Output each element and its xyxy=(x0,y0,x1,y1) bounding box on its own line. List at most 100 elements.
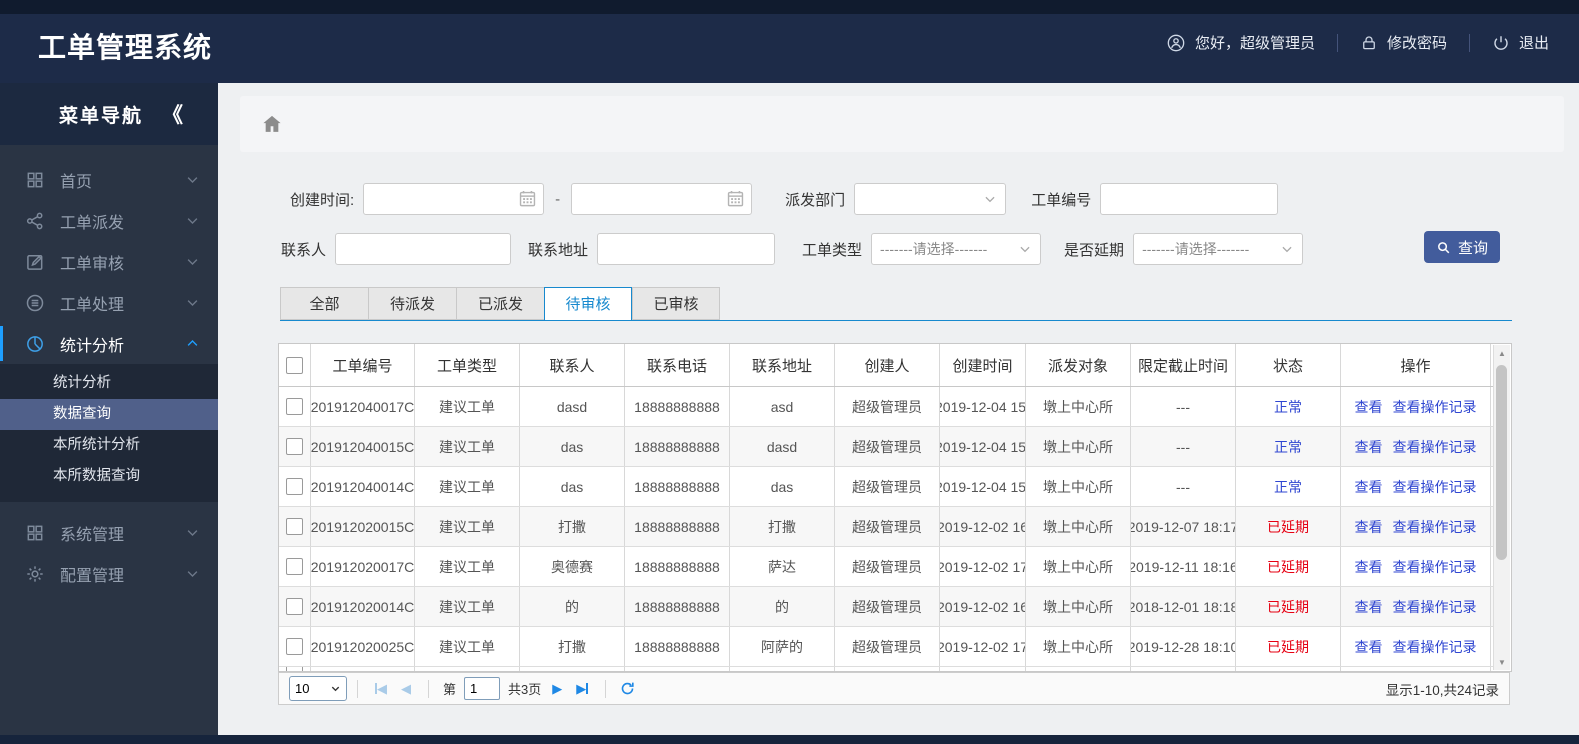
cell-deadline: 2018-12-01 18:18 xyxy=(1131,587,1236,626)
sidebar-item-6[interactable]: 配置管理 xyxy=(0,553,218,594)
row-checkbox[interactable] xyxy=(286,598,303,615)
cell-target: 墩上中心所 xyxy=(1026,587,1131,626)
dispatch-dept-label: 派发部门 xyxy=(785,191,846,209)
row-checkbox[interactable] xyxy=(286,478,303,495)
status-badge: 正常 xyxy=(1274,438,1302,455)
scroll-up-icon[interactable]: ▲ xyxy=(1494,345,1510,361)
row-checkbox[interactable] xyxy=(286,398,303,415)
chevron-down-icon xyxy=(185,295,200,310)
tab-3[interactable]: 待审核 xyxy=(544,287,632,321)
row-checkbox[interactable] xyxy=(286,558,303,575)
view-link[interactable]: 查看 xyxy=(1355,397,1383,417)
view-log-link[interactable]: 查看操作记录 xyxy=(1393,437,1477,457)
delay-select[interactable]: -------请选择------- xyxy=(1133,233,1304,265)
order-no-input[interactable] xyxy=(1100,183,1279,215)
cell-address: 的 xyxy=(730,587,835,626)
view-link[interactable]: 查看 xyxy=(1355,517,1383,537)
create-time-from-input[interactable] xyxy=(363,183,545,215)
view-link[interactable]: 查看 xyxy=(1355,637,1383,657)
cell-creator: 超级管理员 xyxy=(835,547,940,586)
logout-button[interactable]: 退出 xyxy=(1492,32,1549,53)
next-page-button[interactable]: ▶ xyxy=(552,682,562,695)
scrollbar-thumb[interactable] xyxy=(1496,365,1507,560)
chevron-down-icon xyxy=(185,213,200,228)
sidebar-item-5[interactable]: 系统管理 xyxy=(0,512,218,553)
row-checkbox[interactable] xyxy=(286,638,303,655)
search-button-label: 查询 xyxy=(1457,239,1488,257)
checkbox-cell xyxy=(279,507,311,546)
cell-creator: 超级管理员 xyxy=(835,507,940,546)
chevron-up-icon xyxy=(185,336,200,351)
sidebar-subitem-4-3[interactable]: 本所数据查询 xyxy=(0,461,218,492)
table-row: 201912020025C 建议工单 打撒 18888888888 阿萨的 超级管理员 20… xyxy=(279,627,1494,667)
view-link[interactable]: 查看 xyxy=(1355,437,1383,457)
order-type-select[interactable]: -------请选择------- xyxy=(871,233,1042,265)
sidebar-item-4[interactable]: 统计分析 xyxy=(0,323,218,364)
status-badge: 已延期 xyxy=(1267,518,1309,535)
sidebar-header: 菜单导航 《 xyxy=(0,83,218,145)
cell-status: 已延期 xyxy=(1236,587,1341,626)
first-page-button[interactable]: ◀ xyxy=(375,682,387,695)
tab-0[interactable]: 全部 xyxy=(280,287,368,320)
address-input[interactable] xyxy=(597,233,776,265)
sidebar-subitem-4-1[interactable]: 数据查询 xyxy=(0,399,218,430)
view-log-link[interactable]: 查看操作记录 xyxy=(1393,557,1477,577)
cell-deadline: 2019-12-11 18:16 xyxy=(1131,547,1236,586)
view-log-link[interactable]: 查看操作记录 xyxy=(1393,477,1477,497)
cell-deadline: 2019-12-28 18:10 xyxy=(1131,627,1236,666)
table-scrollbar[interactable]: ▲ ▼ xyxy=(1493,345,1510,670)
view-log-link[interactable]: 查看操作记录 xyxy=(1393,517,1477,537)
column-header-3: 联系电话 xyxy=(625,344,730,386)
sidebar-item-3[interactable]: 工单处理 xyxy=(0,282,218,323)
tab-4[interactable]: 已审核 xyxy=(632,287,720,320)
view-log-link[interactable]: 查看操作记录 xyxy=(1393,597,1477,617)
checkbox-cell xyxy=(279,467,311,506)
cell-target: 墩上中心所 xyxy=(1026,547,1131,586)
view-link[interactable]: 查看 xyxy=(1355,597,1383,617)
date-range-separator: - xyxy=(555,190,561,208)
create-time-to-input[interactable] xyxy=(571,183,753,215)
tab-1[interactable]: 待派发 xyxy=(368,287,456,320)
sidebar-subitem-4-2[interactable]: 本所统计分析 xyxy=(0,430,218,461)
home-icon[interactable] xyxy=(261,113,283,135)
sidebar-item-label: 系统管理 xyxy=(60,526,125,544)
contact-input[interactable] xyxy=(335,233,512,265)
column-header-2: 联系人 xyxy=(520,344,625,386)
prev-page-button[interactable]: ◀ xyxy=(401,682,411,695)
cell-contact: dasd xyxy=(520,387,625,426)
search-button[interactable]: 查询 xyxy=(1424,231,1500,263)
view-link[interactable]: 查看 xyxy=(1355,477,1383,497)
row-checkbox[interactable] xyxy=(286,356,303,374)
cell-order_no: 201912020025C xyxy=(311,627,415,666)
bottom-strip xyxy=(0,735,1579,744)
table-header-row: 工单编号 工单类型 联系人 联系电话 联系地址 创建人 创建时间 派发对象 限定截止时间 状态 操作 xyxy=(279,344,1494,387)
last-page-button[interactable]: ▶ xyxy=(576,682,589,695)
cell-deadline: 2019-12-07 18:17 xyxy=(1131,507,1236,546)
page-number-input[interactable] xyxy=(464,677,501,700)
sidebar-menu: 首页 工单派发 工单审核 工单处理 统计分析 统计分析 数据查询 本所统计分析 本所数据查询 系统… xyxy=(0,145,218,594)
row-checkbox[interactable] xyxy=(286,518,303,535)
tab-underline xyxy=(280,320,1512,321)
main-content: 创建时间: - 派发部门 工单编号 联系人 联系地址 工单类型 -------请… xyxy=(218,83,1579,735)
sidebar-item-2[interactable]: 工单审核 xyxy=(0,241,218,282)
sidebar-item-1[interactable]: 工单派发 xyxy=(0,200,218,241)
cell-deadline: --- xyxy=(1131,467,1236,506)
tab-2[interactable]: 已派发 xyxy=(456,287,544,320)
view-log-link[interactable]: 查看操作记录 xyxy=(1393,637,1477,657)
sidebar-collapse-button[interactable]: 《 xyxy=(162,99,218,129)
cell-phone: 18888888888 xyxy=(625,467,730,506)
sidebar-subitem-4-0[interactable]: 统计分析 xyxy=(0,368,218,399)
view-link[interactable]: 查看 xyxy=(1355,557,1383,577)
dispatch-dept-select[interactable] xyxy=(854,183,1007,215)
page-size-select[interactable]: 10 xyxy=(289,676,347,701)
row-checkbox[interactable] xyxy=(286,438,303,455)
change-password-button[interactable]: 修改密码 xyxy=(1360,32,1447,53)
cell-phone: 18888888888 xyxy=(625,387,730,426)
scroll-down-icon[interactable]: ▼ xyxy=(1494,654,1510,670)
cell-creator: 超级管理员 xyxy=(835,427,940,466)
status-badge: 已延期 xyxy=(1267,558,1309,575)
view-log-link[interactable]: 查看操作记录 xyxy=(1393,397,1477,417)
cell-order_no: 201912040015C xyxy=(311,427,415,466)
refresh-icon[interactable] xyxy=(620,681,635,696)
sidebar-item-0[interactable]: 首页 xyxy=(0,159,218,200)
